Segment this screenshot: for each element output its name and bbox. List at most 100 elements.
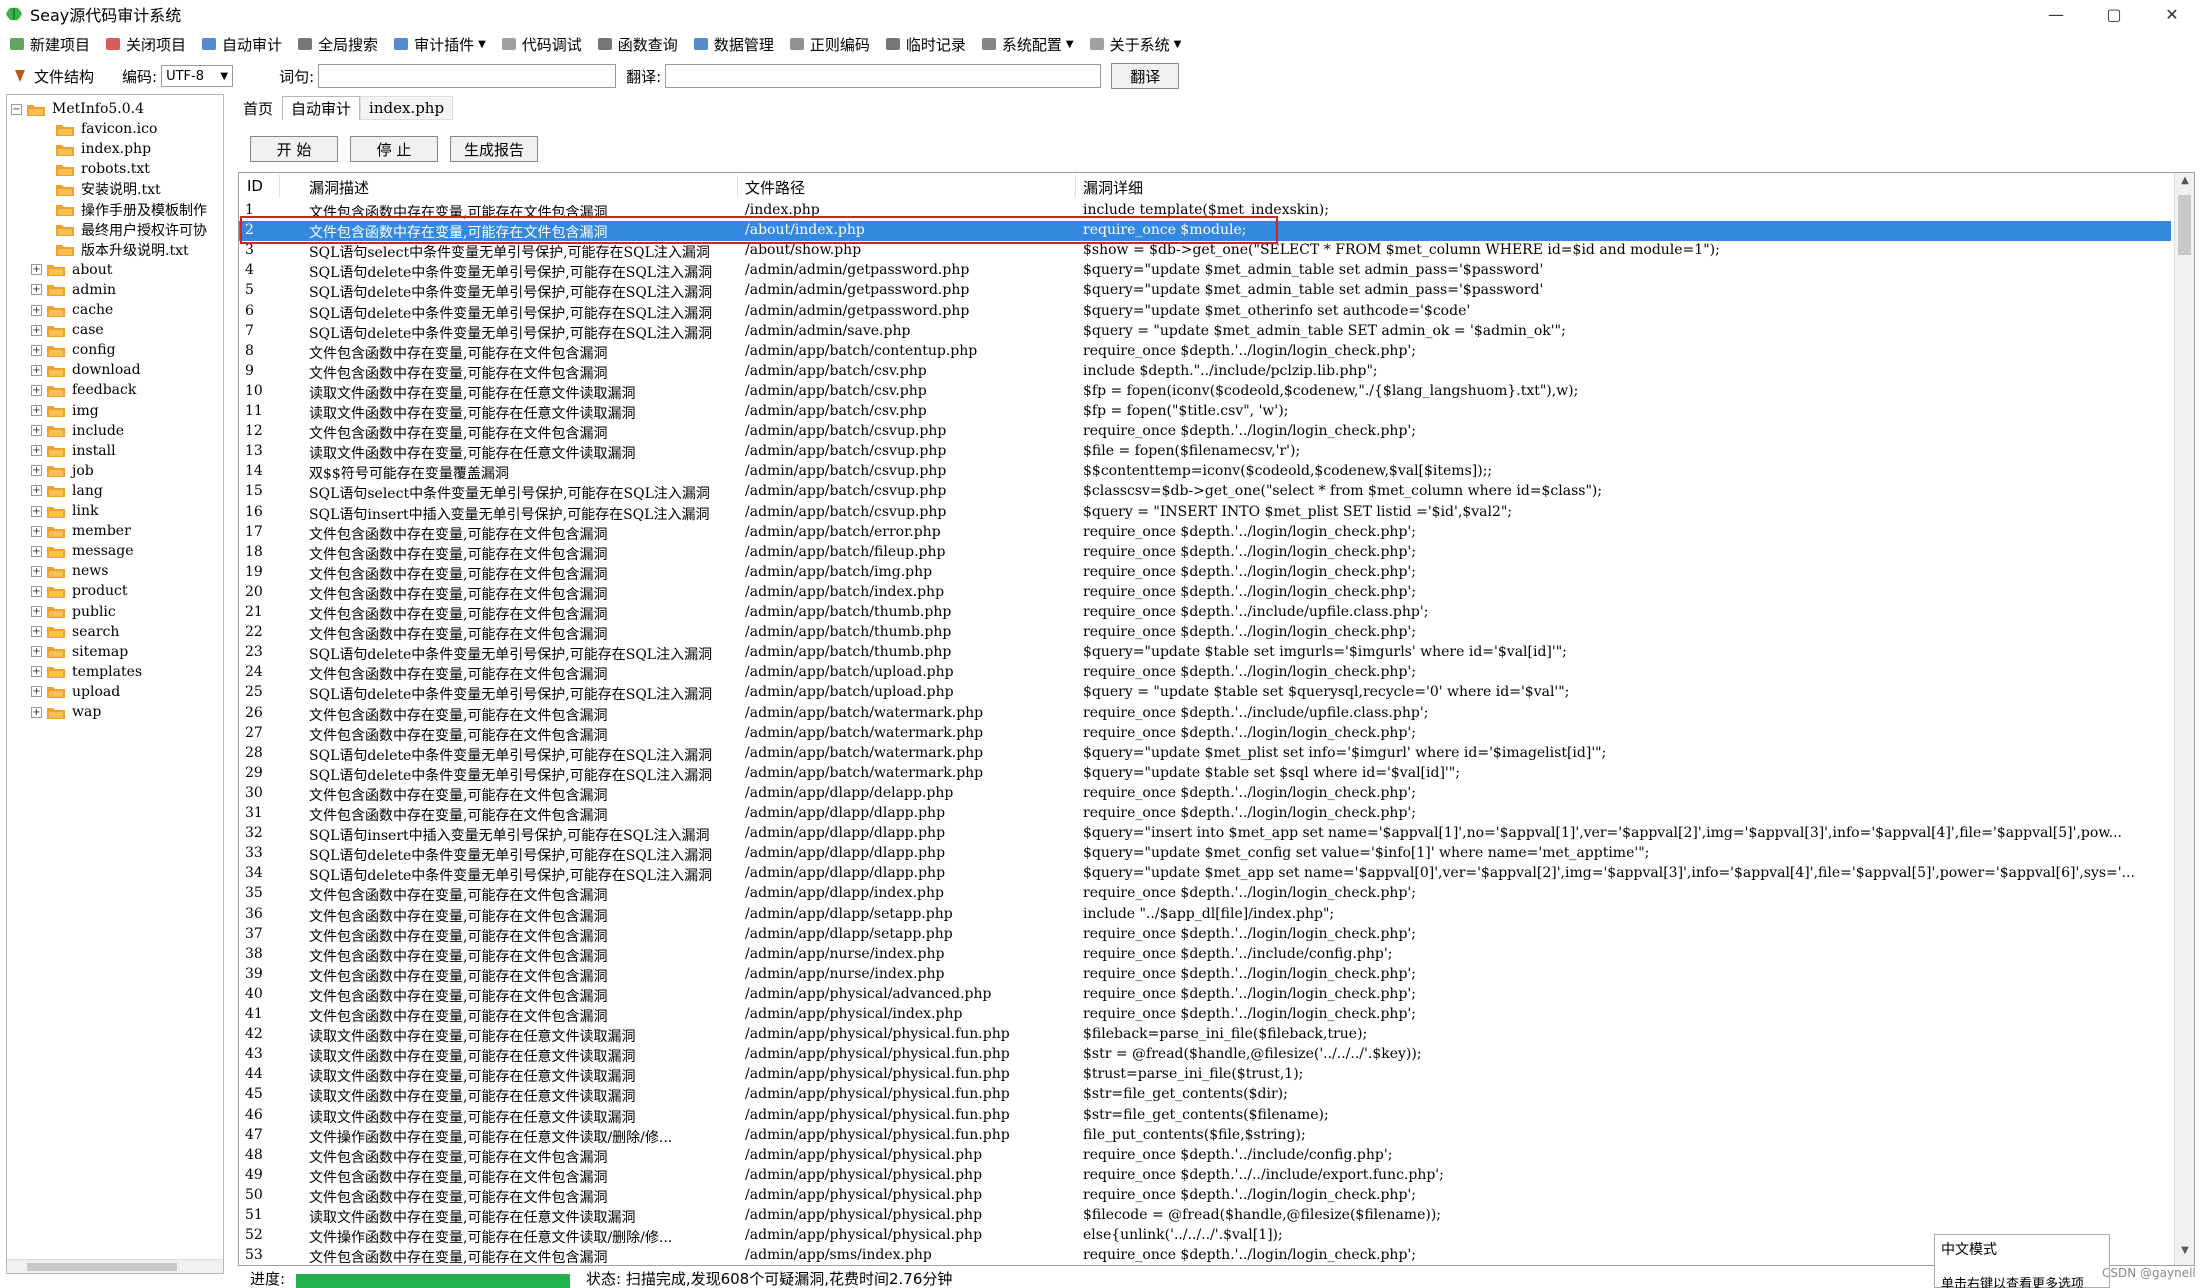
header-file-path[interactable]: 文件路径 xyxy=(745,177,805,198)
tree-item-folder[interactable]: + install xyxy=(31,441,116,461)
translate-input[interactable] xyxy=(665,64,1102,88)
table-row[interactable]: 41 文件包含函数中存在变量,可能存在文件包含漏洞/admin/app/physi… xyxy=(239,1005,2171,1025)
table-row[interactable]: 31 文件包含函数中存在变量,可能存在文件包含漏洞/admin/app/dlapp… xyxy=(239,804,2171,824)
table-row[interactable]: 52 文件操作函数中存在变量,可能存在任意文件读取/删除/修... /admin/a… xyxy=(239,1226,2171,1246)
expand-icon[interactable]: + xyxy=(31,565,42,577)
expand-icon[interactable]: + xyxy=(31,405,42,416)
table-row[interactable]: 35 文件包含函数中存在变量,可能存在文件包含漏洞/admin/app/dlapp… xyxy=(239,884,2171,904)
table-row[interactable]: 1 文件包含函数中存在变量,可能存在文件包含漏洞/index.php include… xyxy=(239,201,2171,221)
table-row[interactable]: 27 文件包含函数中存在变量,可能存在文件包含漏洞/admin/app/batch… xyxy=(239,724,2171,744)
table-row[interactable]: 14 双$$符号可能存在变量覆盖漏洞/admin/app/batch/csvup.… xyxy=(239,462,2171,482)
table-row[interactable]: 44 读取文件函数中存在变量,可能存在任意文件读取漏洞/admin/app/phy… xyxy=(239,1065,2171,1085)
table-row[interactable]: 19 文件包含函数中存在变量,可能存在文件包含漏洞/admin/app/batch… xyxy=(239,563,2171,583)
table-row[interactable]: 16 SQL语句insert中插入变量无单引号保护,可能存在SQL注入漏洞/adm… xyxy=(239,503,2171,523)
expand-icon[interactable]: + xyxy=(31,324,42,336)
minimize-button[interactable]: — xyxy=(2027,0,2085,28)
expand-icon[interactable]: + xyxy=(31,666,42,678)
menu-gear[interactable]: 系统配置 ▼ xyxy=(980,34,1074,55)
table-row[interactable]: 25 SQL语句delete中条件变量无单引号保护,可能存在SQL注入漏洞/adm… xyxy=(239,683,2171,703)
tree-item-folder[interactable]: + wap xyxy=(31,702,101,722)
tree-item-folder[interactable]: + feedback xyxy=(31,380,136,400)
tree-item-folder[interactable]: + templates xyxy=(31,662,142,682)
table-row[interactable]: 39 文件包含函数中存在变量,可能存在文件包含漏洞/admin/app/nurse… xyxy=(239,965,2171,985)
tree-item-folder[interactable]: + search xyxy=(31,622,119,642)
expand-icon[interactable]: + xyxy=(31,525,42,537)
menu-plugin[interactable]: 审计插件 ▼ xyxy=(392,34,486,55)
tree-item-file[interactable]: 操作手册及模板制作 xyxy=(55,200,207,220)
expand-icon[interactable]: + xyxy=(31,425,42,437)
table-row[interactable]: 33 SQL语句delete中条件变量无单引号保护,可能存在SQL注入漏洞/adm… xyxy=(239,844,2171,864)
table-row[interactable]: 21 文件包含函数中存在变量,可能存在文件包含漏洞/admin/app/batch… xyxy=(239,603,2171,623)
menu-new-project[interactable]: 新建项目 xyxy=(8,34,90,55)
header-detail[interactable]: 漏洞详细 xyxy=(1083,177,1143,198)
maximize-button[interactable]: ▢ xyxy=(2085,0,2143,28)
tree-root[interactable]: − MetInfo5.0.4 xyxy=(11,99,144,119)
tree-item-folder[interactable]: + about xyxy=(31,260,112,280)
table-row[interactable]: 24 文件包含函数中存在变量,可能存在文件包含漏洞/admin/app/batch… xyxy=(239,663,2171,683)
translate-button[interactable]: 翻译 xyxy=(1111,63,1180,89)
table-row[interactable]: 29 SQL语句delete中条件变量无单引号保护,可能存在SQL注入漏洞/adm… xyxy=(239,764,2171,784)
table-row[interactable]: 22 文件包含函数中存在变量,可能存在文件包含漏洞/admin/app/batch… xyxy=(239,623,2171,643)
expand-icon[interactable]: + xyxy=(31,304,42,316)
tree-item-folder[interactable]: + include xyxy=(31,421,124,441)
tree-item-file[interactable]: 版本升级说明.txt xyxy=(55,240,189,260)
expand-icon[interactable]: + xyxy=(31,545,42,557)
tab-index-php[interactable]: index.php xyxy=(360,96,454,120)
table-row[interactable]: 20 文件包含函数中存在变量,可能存在文件包含漏洞/admin/app/batch… xyxy=(239,583,2171,603)
table-row[interactable]: 3 SQL语句select中条件变量无单引号保护,可能存在SQL注入漏洞/abou… xyxy=(239,241,2171,261)
table-row[interactable]: 45 读取文件函数中存在变量,可能存在任意文件读取漏洞/admin/app/phy… xyxy=(239,1085,2171,1105)
expand-icon[interactable]: + xyxy=(31,344,42,356)
table-row[interactable]: 43 读取文件函数中存在变量,可能存在任意文件读取漏洞/admin/app/phy… xyxy=(239,1045,2171,1065)
tree-item-file[interactable]: robots.txt xyxy=(55,159,150,179)
ime-mode[interactable]: 中文模式 xyxy=(1941,1239,2103,1259)
table-row[interactable]: 47 文件操作函数中存在变量,可能存在任意文件读取/删除/修... /admin/a… xyxy=(239,1126,2171,1146)
expand-icon[interactable]: + xyxy=(31,505,42,517)
table-row[interactable]: 8 文件包含函数中存在变量,可能存在文件包含漏洞/admin/app/batch/… xyxy=(239,342,2171,362)
table-row[interactable]: 51 读取文件函数中存在变量,可能存在任意文件读取漏洞/admin/app/phy… xyxy=(239,1206,2171,1226)
tree-item-folder[interactable]: + message xyxy=(31,541,134,561)
expand-icon[interactable]: + xyxy=(31,686,42,698)
expand-icon[interactable]: + xyxy=(31,646,42,658)
tree-item-file[interactable]: favicon.ico xyxy=(55,119,157,139)
table-row[interactable]: 37 文件包含函数中存在变量,可能存在文件包含漏洞/admin/app/dlapp… xyxy=(239,925,2171,945)
menu-auto-audit[interactable]: 自动审计 xyxy=(200,34,282,55)
tree-item-folder[interactable]: + download xyxy=(31,360,141,380)
table-row[interactable]: 34 SQL语句delete中条件变量无单引号保护,可能存在SQL注入漏洞/adm… xyxy=(239,864,2171,884)
menu-debug[interactable]: 代码调试 xyxy=(500,34,582,55)
menu-close-project[interactable]: 关闭项目 xyxy=(104,34,186,55)
table-row[interactable]: 30 文件包含函数中存在变量,可能存在文件包含漏洞/admin/app/dlapp… xyxy=(239,784,2171,804)
tree-item-folder[interactable]: + case xyxy=(31,320,104,340)
table-row[interactable]: 50 文件包含函数中存在变量,可能存在文件包含漏洞/admin/app/physi… xyxy=(239,1186,2171,1206)
expand-icon[interactable]: + xyxy=(31,585,42,597)
table-row[interactable]: 11 读取文件函数中存在变量,可能存在任意文件读取漏洞/admin/app/bat… xyxy=(239,402,2171,422)
word-input[interactable] xyxy=(318,64,617,88)
tree-item-folder[interactable]: + news xyxy=(31,561,108,581)
menu-database[interactable]: 数据管理 xyxy=(692,34,774,55)
table-row[interactable]: 38 文件包含函数中存在变量,可能存在文件包含漏洞/admin/app/nurse… xyxy=(239,945,2171,965)
tab-auto-audit[interactable]: 自动审计 xyxy=(282,96,361,120)
tree-item-file[interactable]: index.php xyxy=(55,139,151,159)
table-row[interactable]: 42 读取文件函数中存在变量,可能存在任意文件读取漏洞/admin/app/phy… xyxy=(239,1025,2171,1045)
expand-icon[interactable]: + xyxy=(31,606,42,617)
table-row[interactable]: 17 文件包含函数中存在变量,可能存在文件包含漏洞/admin/app/batch… xyxy=(239,523,2171,543)
menu-function-search[interactable]: 函数查询 xyxy=(596,34,678,55)
table-row[interactable]: 15 SQL语句select中条件变量无单引号保护,可能存在SQL注入漏洞/adm… xyxy=(239,482,2171,502)
close-button[interactable]: ✕ xyxy=(2143,0,2201,28)
tree-item-file[interactable]: 安装说明.txt xyxy=(55,179,161,199)
table-row[interactable]: 9 文件包含函数中存在变量,可能存在文件包含漏洞/admin/app/batch/… xyxy=(239,362,2171,382)
scroll-up-icon[interactable]: ▲ xyxy=(2175,175,2194,193)
table-row[interactable]: 32 SQL语句insert中插入变量无单引号保护,可能存在SQL注入漏洞/adm… xyxy=(239,824,2171,844)
table-row[interactable]: 5 SQL语句delete中条件变量无单引号保护,可能存在SQL注入漏洞/admi… xyxy=(239,281,2171,301)
table-row[interactable]: 10 读取文件函数中存在变量,可能存在任意文件读取漏洞/admin/app/bat… xyxy=(239,382,2171,402)
table-row[interactable]: 46 读取文件函数中存在变量,可能存在任意文件读取漏洞/admin/app/phy… xyxy=(239,1106,2171,1126)
table-row[interactable]: 26 文件包含函数中存在变量,可能存在文件包含漏洞/admin/app/batch… xyxy=(239,704,2171,724)
expand-icon[interactable]: + xyxy=(31,485,42,497)
collapse-icon[interactable]: − xyxy=(11,103,22,115)
tree-item-folder[interactable]: + job xyxy=(31,461,94,481)
generate-report-button[interactable]: 生成报告 xyxy=(450,136,538,162)
expand-icon[interactable]: + xyxy=(31,706,42,718)
tab-home[interactable]: 首页 xyxy=(234,96,282,120)
menu-note[interactable]: 临时记录 xyxy=(884,34,966,55)
table-row[interactable]: 7 SQL语句delete中条件变量无单引号保护,可能存在SQL注入漏洞/admi… xyxy=(239,322,2171,342)
header-id[interactable]: ID xyxy=(247,177,263,195)
